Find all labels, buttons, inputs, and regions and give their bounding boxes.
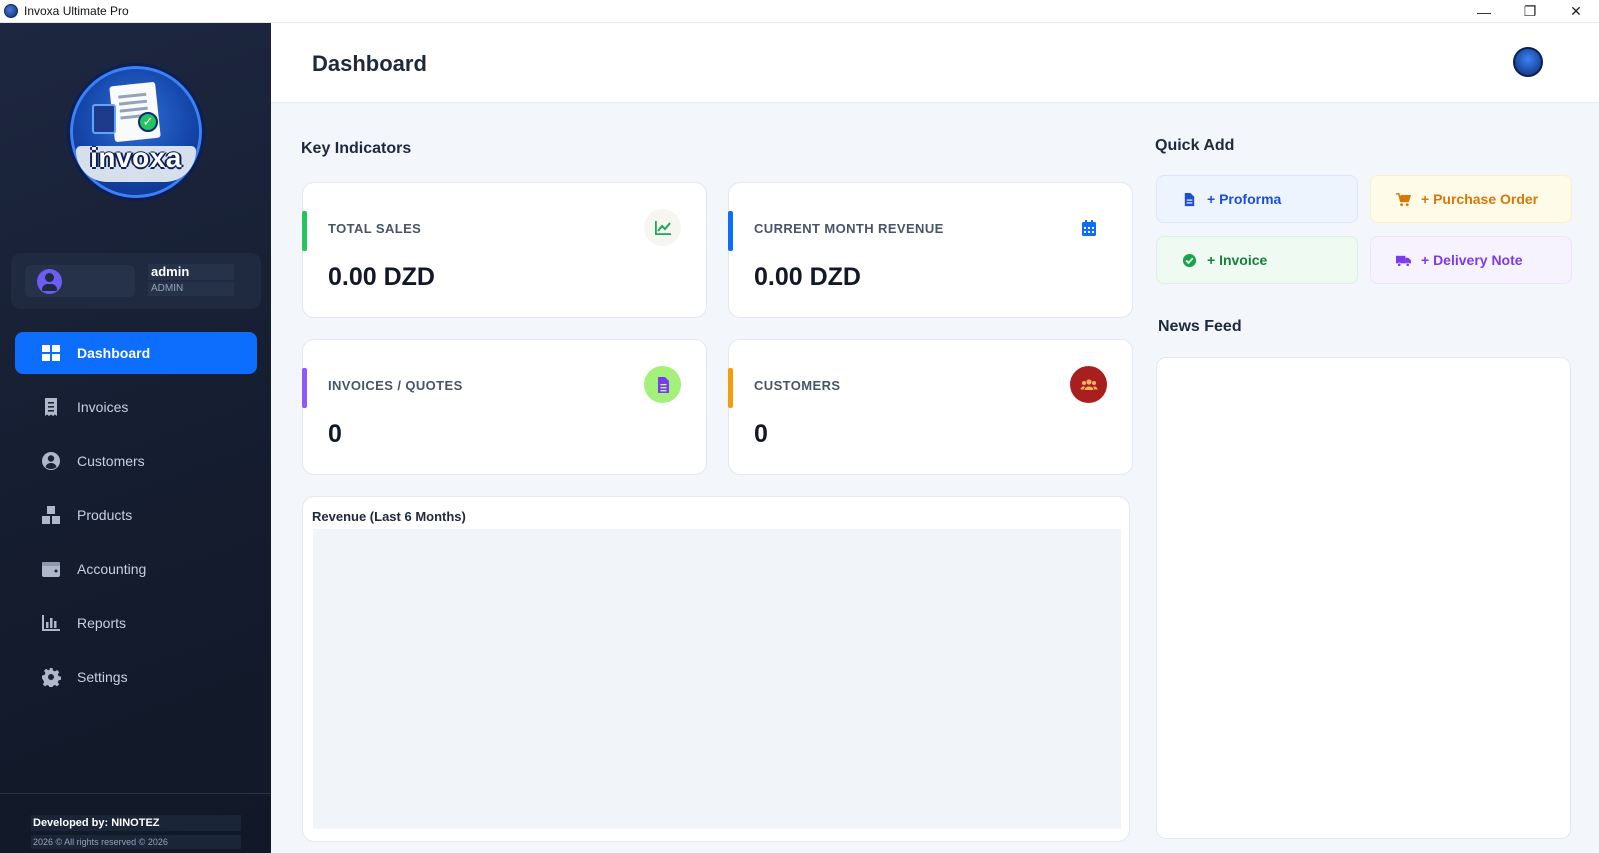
truck-icon (1395, 252, 1411, 268)
page-header: Dashboard (271, 23, 1599, 103)
kpi-label: CUSTOMERS (754, 378, 841, 393)
bar-chart-icon (41, 613, 61, 633)
sidebar-item-settings[interactable]: Settings (15, 656, 257, 698)
news-feed-title: News Feed (1158, 318, 1242, 335)
sidebar-item-label: Reports (77, 615, 127, 631)
avatar-box (25, 265, 135, 297)
quick-add-purchase-order-button[interactable]: + Purchase Order (1370, 175, 1572, 223)
kpi-value: 0.00 DZD (328, 263, 435, 291)
kpi-accent-bar (728, 211, 733, 251)
kpi-current-month-revenue: CURRENT MONTH REVENUE 0.00 DZD (728, 182, 1133, 318)
close-button[interactable]: ✕ (1553, 0, 1599, 23)
brand-logo: ✓ invoxa (67, 63, 205, 201)
trend-chart-icon (644, 209, 681, 246)
quick-add-proforma-button[interactable]: + Proforma (1156, 175, 1358, 223)
sidebar-item-invoices[interactable]: Invoices (15, 386, 257, 428)
sidebar-item-label: Invoices (77, 399, 129, 415)
users-icon (1070, 366, 1107, 403)
logo-calculator-icon (92, 104, 116, 134)
wallet-icon (41, 559, 61, 579)
kpi-accent-bar (302, 368, 307, 408)
document-icon (644, 366, 681, 403)
quick-add-delivery-note-button[interactable]: + Delivery Note (1370, 236, 1572, 284)
chart-title: Revenue (Last 6 Months) (312, 509, 466, 524)
sidebar-item-accounting[interactable]: Accounting (15, 548, 257, 590)
header-avatar[interactable] (1513, 47, 1543, 77)
chart-area (313, 529, 1121, 829)
receipt-icon (41, 397, 61, 417)
kpi-value: 0.00 DZD (754, 263, 861, 291)
kpi-value: 0 (328, 420, 342, 448)
news-feed-panel (1156, 357, 1571, 839)
user-circle-icon (41, 451, 61, 471)
quick-add-title: Quick Add (1155, 137, 1235, 154)
logo-document-icon (109, 81, 161, 143)
kpi-value: 0 (754, 420, 768, 448)
window-title: Invoxa Ultimate Pro (24, 4, 129, 18)
file-icon (1181, 191, 1197, 207)
page-title: Dashboard (312, 51, 427, 76)
logo-text: invoxa (90, 142, 182, 173)
sidebar-nav: Dashboard Invoices Customers Products Ac… (15, 332, 257, 710)
user-card[interactable]: admin ADMIN (11, 253, 261, 309)
kpi-total-sales: TOTAL SALES 0.00 DZD (302, 182, 707, 318)
sidebar-item-products[interactable]: Products (15, 494, 257, 536)
sidebar-item-dashboard[interactable]: Dashboard (15, 332, 257, 374)
kpi-accent-bar (302, 211, 307, 251)
boxes-icon (41, 505, 61, 525)
kpi-label: INVOICES / QUOTES (328, 378, 463, 393)
quick-add-label: + Invoice (1207, 252, 1268, 268)
maximize-button[interactable]: ❐ (1507, 0, 1553, 23)
kpi-customers: CUSTOMERS 0 (728, 339, 1133, 475)
window-controls: — ❐ ✕ (1461, 0, 1599, 23)
user-avatar-icon (37, 269, 62, 294)
cart-icon (1395, 191, 1411, 207)
quick-add-label: + Proforma (1207, 191, 1282, 207)
copyright: 2026 © All rights reserved © 2026 (31, 835, 241, 849)
kpi-invoices-quotes: INVOICES / QUOTES 0 (302, 339, 707, 475)
app-logo-icon (4, 4, 18, 18)
logo-check-icon: ✓ (138, 112, 158, 132)
quick-add-invoice-button[interactable]: + Invoice (1156, 236, 1358, 284)
user-role: ADMIN (148, 282, 234, 296)
sidebar: ✓ invoxa admin ADMIN Dashboard Invoices (0, 23, 271, 853)
kpi-label: CURRENT MONTH REVENUE (754, 221, 944, 236)
sidebar-item-label: Dashboard (77, 345, 151, 361)
sidebar-item-reports[interactable]: Reports (15, 602, 257, 644)
sidebar-item-label: Customers (77, 453, 145, 469)
quick-add-label: + Delivery Note (1421, 252, 1523, 268)
key-indicators-title: Key Indicators (301, 140, 412, 157)
quick-add-label: + Purchase Order (1421, 191, 1539, 207)
sidebar-item-customers[interactable]: Customers (15, 440, 257, 482)
dashboard-icon (41, 343, 61, 363)
calendar-icon (1070, 209, 1107, 246)
sidebar-item-label: Settings (77, 669, 128, 685)
sidebar-item-label: Products (77, 507, 133, 523)
kpi-label: TOTAL SALES (328, 221, 422, 236)
revenue-chart-card: Revenue (Last 6 Months) (302, 496, 1130, 842)
user-name: admin (148, 264, 234, 280)
minimize-button[interactable]: — (1461, 0, 1507, 23)
gear-icon (41, 667, 61, 687)
kpi-accent-bar (728, 368, 733, 408)
check-circle-icon (1181, 252, 1197, 268)
sidebar-footer: Developed by: NINOTEZ 2026 © All rights … (0, 793, 271, 853)
window-titlebar: Invoxa Ultimate Pro — ❐ ✕ (0, 0, 1599, 23)
sidebar-item-label: Accounting (77, 561, 147, 577)
developer-credit: Developed by: NINOTEZ (31, 815, 241, 831)
